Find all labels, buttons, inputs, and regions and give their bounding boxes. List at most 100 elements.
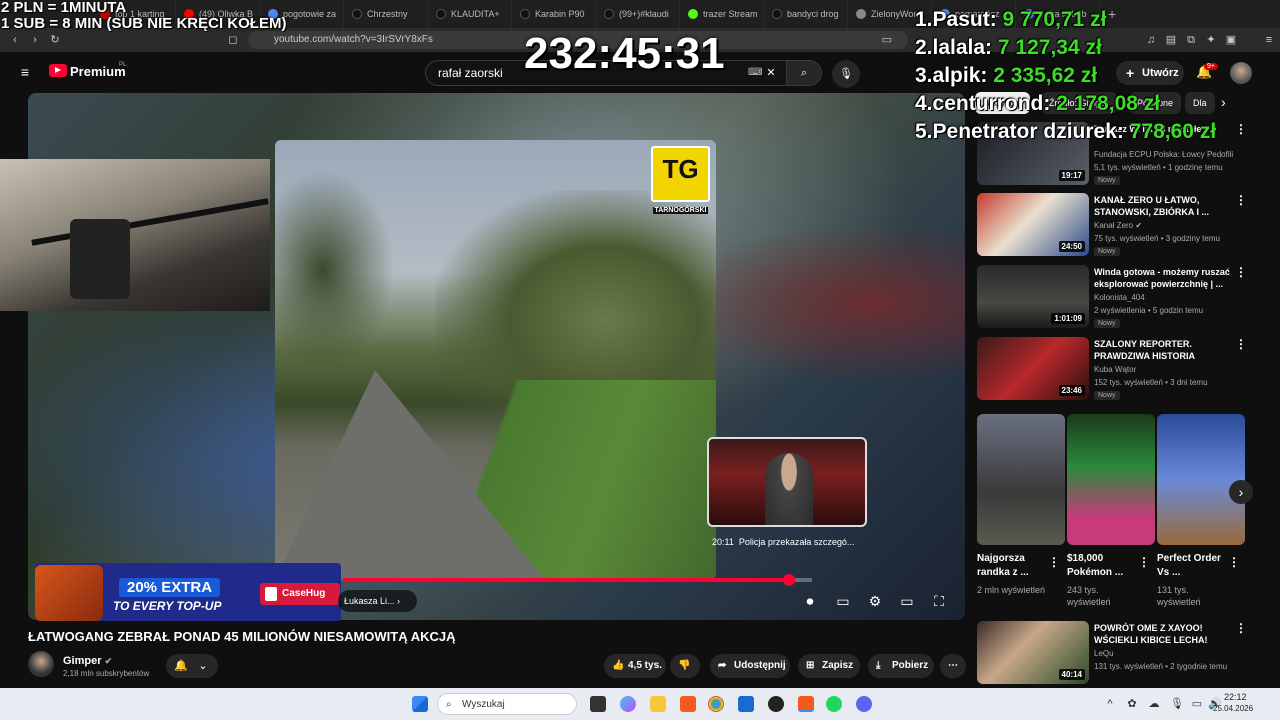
discord-icon[interactable] [856,696,872,712]
progress-scrubber[interactable] [782,574,795,586]
more-vert-icon[interactable]: ⋮ [1235,622,1247,634]
brave-browser-icon[interactable] [680,696,696,712]
browser-tab[interactable]: trazer Stream [680,0,764,28]
network-icon[interactable]: ▭ [1190,697,1204,711]
settings-gear-icon[interactable]: ⚙ [866,592,884,610]
video-meta: 5,1 tys. wyświetleń • 1 godzinę temu [1094,163,1223,172]
more-vert-icon[interactable]: ⋮ [1235,194,1247,206]
subscribe-bell-button[interactable]: 🔔 ⌄ [166,654,218,678]
reload-icon[interactable]: ↻ [48,33,62,47]
taskbar-search[interactable]: ⌕ Wyszukaj [437,693,577,715]
youtube-logo-text[interactable]: Premium [70,64,126,79]
video-thumbnail[interactable]: 23:46 [977,337,1089,400]
task-view-icon[interactable] [590,696,606,712]
video-title[interactable]: KANAŁ ZERO U ŁATWO, STANOWSKI, ZBIÓRKA I… [1094,194,1234,218]
video-thumbnail[interactable]: 40:14 [977,621,1089,684]
autoplay-toggle-icon[interactable]: ⏺ [801,592,819,610]
video-channel[interactable]: LeQu [1094,649,1234,658]
video-channel[interactable]: Kolonista_404 [1094,293,1234,302]
short-thumbnail[interactable] [1157,414,1245,545]
video-channel[interactable]: Kanał Zero ✔ [1094,221,1234,230]
subtitles-icon[interactable]: ▭ [834,592,852,610]
short-title[interactable]: $18,000 Pokémon ... [1067,552,1142,580]
clock-time[interactable]: 22:12 [1224,692,1247,702]
share-button[interactable]: ➦ Udostępnij [710,654,790,678]
microphone-tray-icon[interactable]: 🎙 [1170,697,1184,711]
more-vert-icon[interactable]: ⋮ [1235,338,1247,350]
search-button[interactable]: ⌕ [786,60,822,86]
video-thumbnail[interactable]: 1:01:09 [977,265,1089,328]
more-vert-icon[interactable]: ⋮ [1138,555,1150,569]
dislike-button[interactable]: 👎 [670,654,700,678]
clear-search-icon[interactable]: ✕ [764,66,778,80]
store-icon[interactable] [738,696,754,712]
ad-subline: TO EVERY TOP-UP [113,599,222,613]
browser-tab[interactable]: KLAUDITA+ [428,0,512,28]
video-thumbnail[interactable]: 24:50 [977,193,1089,256]
theater-mode-icon[interactable]: ▭ [898,592,916,610]
cast-icon[interactable]: ▭ [880,33,894,47]
casehug-ad-banner[interactable]: 20% EXTRA TO EVERY TOP-UP CaseHug [35,563,341,621]
recommended-video[interactable]: 1:01:09 Winda gotowa - możemy ruszać eks… [977,265,1262,333]
recommended-video[interactable]: 24:50 KANAŁ ZERO U ŁATWO, STANOWSKI, ZBI… [977,193,1262,261]
clock-date[interactable]: 25.04.2026 [1213,704,1253,713]
channel-name[interactable]: Gimper ✔ [63,655,112,667]
short-title[interactable]: Perfect Order Vs ... [1157,552,1232,580]
copilot-icon[interactable] [620,696,636,712]
hamburger-icon[interactable]: ≡ [18,65,32,79]
windows-start-icon[interactable] [412,696,428,712]
browser-tab[interactable]: Karabin P90 [512,0,596,28]
new-badge: Nowy [1094,319,1120,328]
back-icon[interactable]: ‹ [8,33,22,47]
tray-chevron-icon[interactable]: ^ [1103,697,1117,711]
tray-cloud-icon[interactable]: ☁ [1147,697,1161,711]
short-title[interactable]: Najgorsza randka z ... [977,552,1052,580]
mini-player-caption: 20:11 Policja przekazała szczegó... [712,537,868,553]
video-channel[interactable]: Fundacja ECPU Polska: Łowcy Pedofili [1094,150,1234,159]
chrome-icon[interactable] [708,696,724,712]
mini-player-preview[interactable] [707,437,867,527]
more-actions-button[interactable]: ⋯ [940,654,966,678]
youtube-logo-icon[interactable] [49,64,67,77]
more-vert-icon[interactable]: ⋮ [1228,555,1240,569]
file-explorer-icon[interactable] [650,696,666,712]
brave-active-icon[interactable] [798,696,814,712]
browser-tab[interactable]: (99+)#klaudi [596,0,680,28]
keyboard-icon[interactable]: ⌨ [748,66,762,80]
fullscreen-icon[interactable]: ⛶ [930,592,948,610]
more-vert-icon[interactable]: ⋮ [1235,266,1247,278]
obs-icon[interactable] [768,696,784,712]
shorts-next-icon[interactable]: › [1229,480,1253,504]
recommended-video[interactable]: 23:46 SZALONY REPORTER. PRAWDZIWA HISTOR… [977,337,1262,405]
short-thumbnail[interactable] [1067,414,1155,545]
chapter-button[interactable]: Łukasza Li... › [338,590,417,612]
video-title[interactable]: POWRÓT OME Z XAYOO! WŚCIEKLI KIBICE LECH… [1094,622,1234,646]
video-title[interactable]: SZALONY REPORTER. PRAWDZIWA HISTORIA [1094,338,1234,362]
bookmark-icon[interactable]: ◻ [226,33,240,47]
like-button[interactable]: 👍 4,5 tys. [604,654,666,678]
thumbs-down-icon: 👎 [678,660,691,671]
progress-bar[interactable] [343,574,812,586]
browser-tab[interactable]: bandyci drog [764,0,848,28]
more-vert-icon[interactable]: ⋮ [1048,555,1060,569]
video-title[interactable]: Winda gotowa - możemy ruszać eksplorować… [1094,266,1234,290]
lb-name: lalala: [932,36,993,59]
tab-favicon-icon [436,9,446,19]
channel-avatar[interactable] [28,651,54,677]
browser-tab[interactable]: Chrzestny [344,0,428,28]
recommended-video[interactable]: 40:14 POWRÓT OME Z XAYOO! WŚCIEKLI KIBIC… [977,621,1262,689]
verified-icon: ✔ [104,656,113,666]
chapter-label: Łukasza Li... [344,596,395,606]
forward-icon[interactable]: › [28,33,42,47]
download-button[interactable]: ⤓ Pobierz [868,654,934,678]
video-channel[interactable]: Kuba Wątor [1094,365,1234,374]
tarnogorski-logo: TG TARNOGÓRSKI [651,146,710,214]
bookmark-save-icon: ⊞ [806,660,815,671]
save-button[interactable]: ⊞ Zapisz [798,654,860,678]
spotify-icon[interactable] [826,696,842,712]
short-thumbnail[interactable] [977,414,1065,545]
search-icon: ⌕ [800,67,808,79]
tab-label: Karabin P90 [535,9,585,19]
tray-app-icon[interactable]: ✿ [1125,697,1139,711]
voice-search-button[interactable]: 🎙 [832,60,860,88]
